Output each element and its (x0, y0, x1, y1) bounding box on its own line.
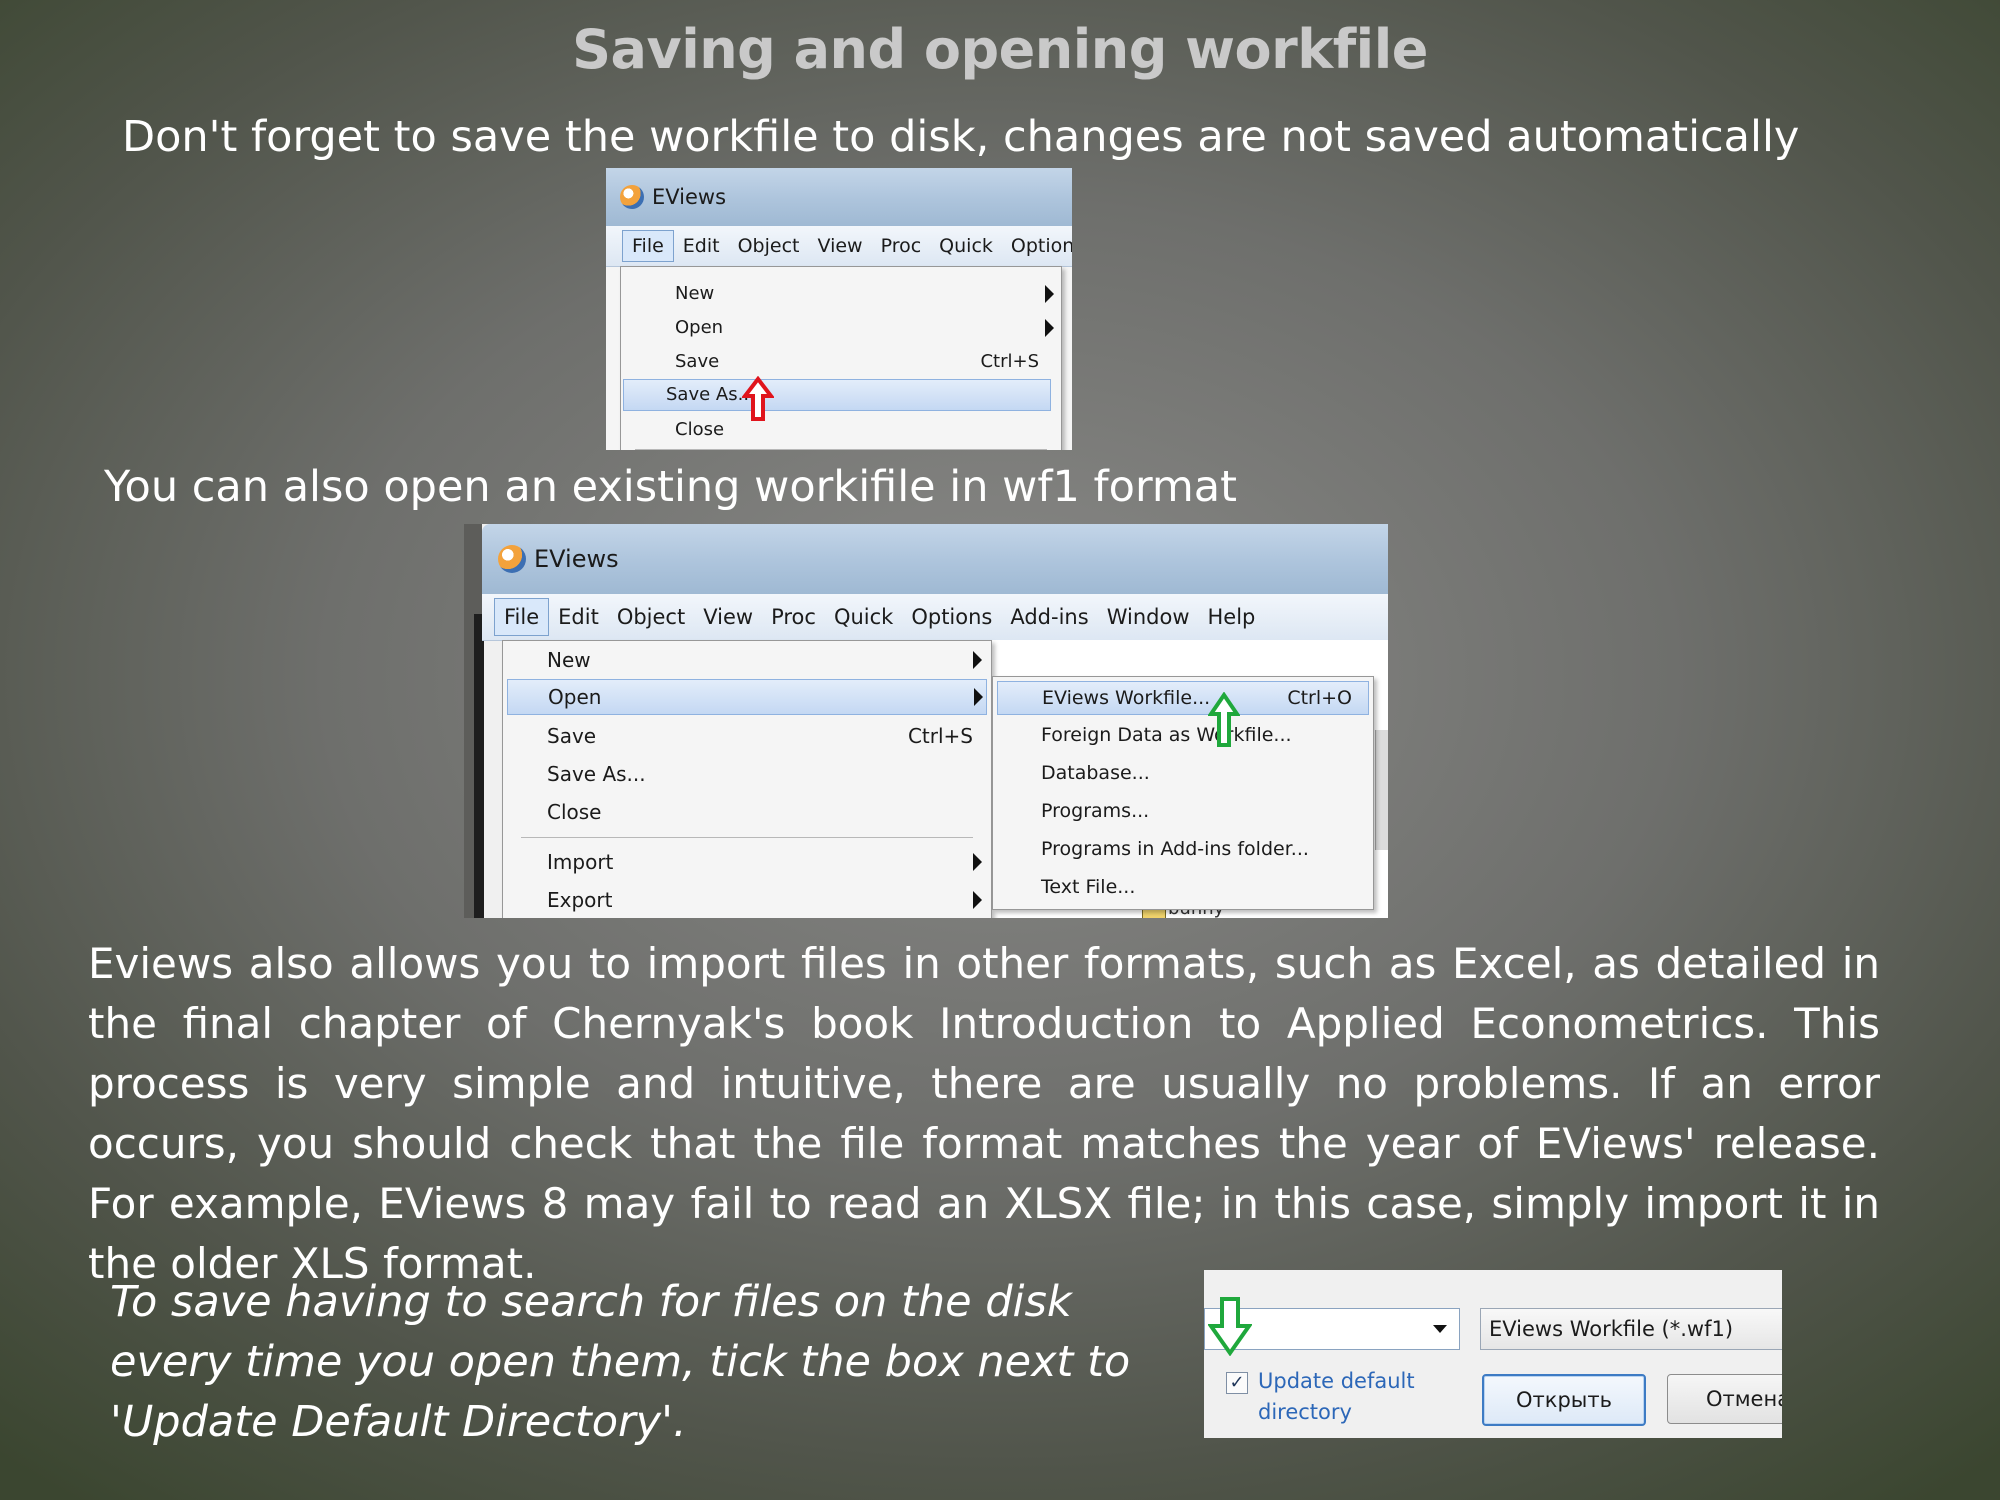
open-caption: You can also open an existing workifile … (104, 462, 1237, 512)
checkbox-label-line: Update default (1258, 1369, 1415, 1393)
menu-window[interactable]: Window (1098, 605, 1199, 629)
menu-item-label: Programs... (1041, 800, 1150, 822)
menu-item-label: Save (547, 724, 597, 748)
menu-item-label: Foreign Data as Workfile... (1041, 724, 1292, 746)
menu-separator (635, 449, 1047, 450)
save-caption: Don't forget to save the workfile to dis… (122, 112, 1800, 162)
screenshot-save-menu: EViews File Edit Object View Proc Quick … (606, 168, 1072, 450)
submenu-arrow-icon (1045, 285, 1054, 303)
menu-item-save[interactable]: Save Ctrl+S (503, 717, 991, 755)
menu-item-label: EViews Workfile... (1042, 687, 1211, 709)
green-down-arrow-icon (1208, 1297, 1252, 1356)
screenshot-open-dialog: EViews Workfile (*.wf1) ✓ Update default… (1204, 1270, 1782, 1438)
update-default-label[interactable]: Update default directory (1258, 1366, 1415, 1428)
red-up-arrow-icon (742, 376, 774, 421)
menu-item-shortcut: Ctrl+O (1287, 687, 1352, 709)
menu-item-label: New (547, 648, 591, 672)
window-title: EViews (652, 185, 727, 209)
submenu-item-programs-add-ins[interactable]: Programs in Add-ins folder... (993, 831, 1373, 869)
submenu-arrow-icon (973, 891, 982, 909)
menu-item-label: Close (675, 419, 725, 440)
menu-item-open[interactable]: Open (621, 311, 1061, 345)
menu-item-label: Text File... (1041, 876, 1136, 898)
screenshot-open-menu: EViews File Edit Object View Proc Quick … (464, 524, 1388, 918)
submenu-item-text-file[interactable]: Text File... (993, 869, 1373, 907)
dropdown-arrow-icon (1433, 1325, 1447, 1333)
menu-item-save-as[interactable]: Save As... (503, 755, 991, 793)
menu-quick[interactable]: Quick (930, 235, 1002, 257)
menu-item-new[interactable]: New (621, 277, 1061, 311)
window-titlebar: EViews (482, 524, 1388, 594)
menu-item-label: Programs in Add-ins folder... (1041, 838, 1309, 860)
menubar: File Edit Object View Proc Quick Options (606, 226, 1072, 267)
menu-item-import[interactable]: Import (503, 843, 991, 881)
menu-help[interactable]: Help (1199, 605, 1265, 629)
eviews-logo-icon (620, 185, 644, 209)
menu-edit[interactable]: Edit (674, 235, 729, 257)
menu-edit[interactable]: Edit (549, 605, 608, 629)
file-menu: New Open Save Ctrl+S Save As... Close (620, 266, 1062, 450)
file-menu: New Open Save Ctrl+S Save As... Close Im… (502, 640, 992, 918)
menu-item-label: Save As... (547, 762, 646, 786)
menu-object[interactable]: Object (608, 605, 694, 629)
submenu-arrow-icon (974, 688, 983, 706)
menu-item-label: Save (675, 351, 720, 372)
import-paragraph: Eviews also allows you to import files i… (88, 939, 1880, 1288)
menu-item-shortcut: Ctrl+S (907, 724, 973, 748)
menu-file[interactable]: File (494, 598, 550, 636)
menu-item-shortcut: Ctrl+S (980, 351, 1039, 372)
cancel-button[interactable]: Отмена (1667, 1374, 1782, 1424)
menu-item-export[interactable]: Export (503, 881, 991, 918)
menu-options[interactable]: Options (902, 605, 1001, 629)
menu-options[interactable]: Options (1002, 235, 1072, 257)
file-type-select[interactable]: EViews Workfile (*.wf1) (1480, 1308, 1782, 1350)
window-title: EViews (534, 545, 619, 573)
tip-text: To save having to search for files on th… (110, 1277, 1131, 1447)
menubar: File Edit Object View Proc Quick Options… (482, 594, 1388, 641)
menu-item-label: Close (547, 800, 602, 824)
menu-item-open[interactable]: Open (507, 679, 987, 715)
file-type-value: EViews Workfile (*.wf1) (1489, 1317, 1734, 1341)
menu-item-label: Database... (1041, 762, 1150, 784)
window-titlebar: EViews (606, 168, 1072, 226)
menu-view[interactable]: View (808, 235, 871, 257)
scrollbar[interactable] (1375, 730, 1388, 850)
submenu-item-database[interactable]: Database... (993, 755, 1373, 793)
submenu-arrow-icon (973, 853, 982, 871)
menu-item-save[interactable]: Save Ctrl+S (621, 345, 1061, 379)
submenu-item-foreign-data[interactable]: Foreign Data as Workfile... (993, 717, 1373, 755)
menu-item-save-as[interactable]: Save As... (623, 379, 1051, 411)
menu-file[interactable]: File (622, 230, 674, 262)
menu-proc[interactable]: Proc (762, 605, 825, 629)
menu-item-label: Import (547, 850, 614, 874)
slide-title: Saving and opening workfile (572, 18, 1428, 81)
open-submenu: EViews Workfile... Ctrl+O Foreign Data a… (992, 676, 1374, 910)
menu-item-label: Open (548, 685, 602, 709)
menu-item-label: Export (547, 888, 613, 912)
menu-item-label: Open (675, 317, 724, 338)
update-default-checkbox[interactable]: ✓ (1226, 1372, 1248, 1394)
menu-proc[interactable]: Proc (872, 235, 931, 257)
menu-item-close[interactable]: Close (621, 413, 1061, 447)
menu-add-ins[interactable]: Add-ins (1001, 605, 1097, 629)
menu-quick[interactable]: Quick (825, 605, 902, 629)
submenu-arrow-icon (973, 651, 982, 669)
open-button[interactable]: Открыть (1482, 1374, 1646, 1426)
eviews-logo-icon (498, 545, 526, 573)
menu-separator (521, 837, 973, 838)
menu-item-label: New (675, 283, 715, 304)
menu-view[interactable]: View (694, 605, 762, 629)
submenu-arrow-icon (1045, 319, 1054, 337)
checkbox-label-line: directory (1258, 1400, 1352, 1424)
menu-item-new[interactable]: New (503, 641, 991, 679)
submenu-item-programs[interactable]: Programs... (993, 793, 1373, 831)
window-frame-shadow (474, 614, 484, 918)
green-up-arrow-icon (1208, 692, 1240, 747)
submenu-item-eviews-workfile[interactable]: EViews Workfile... Ctrl+O (997, 681, 1369, 715)
menu-object[interactable]: Object (729, 235, 809, 257)
menu-item-close[interactable]: Close (503, 793, 991, 831)
